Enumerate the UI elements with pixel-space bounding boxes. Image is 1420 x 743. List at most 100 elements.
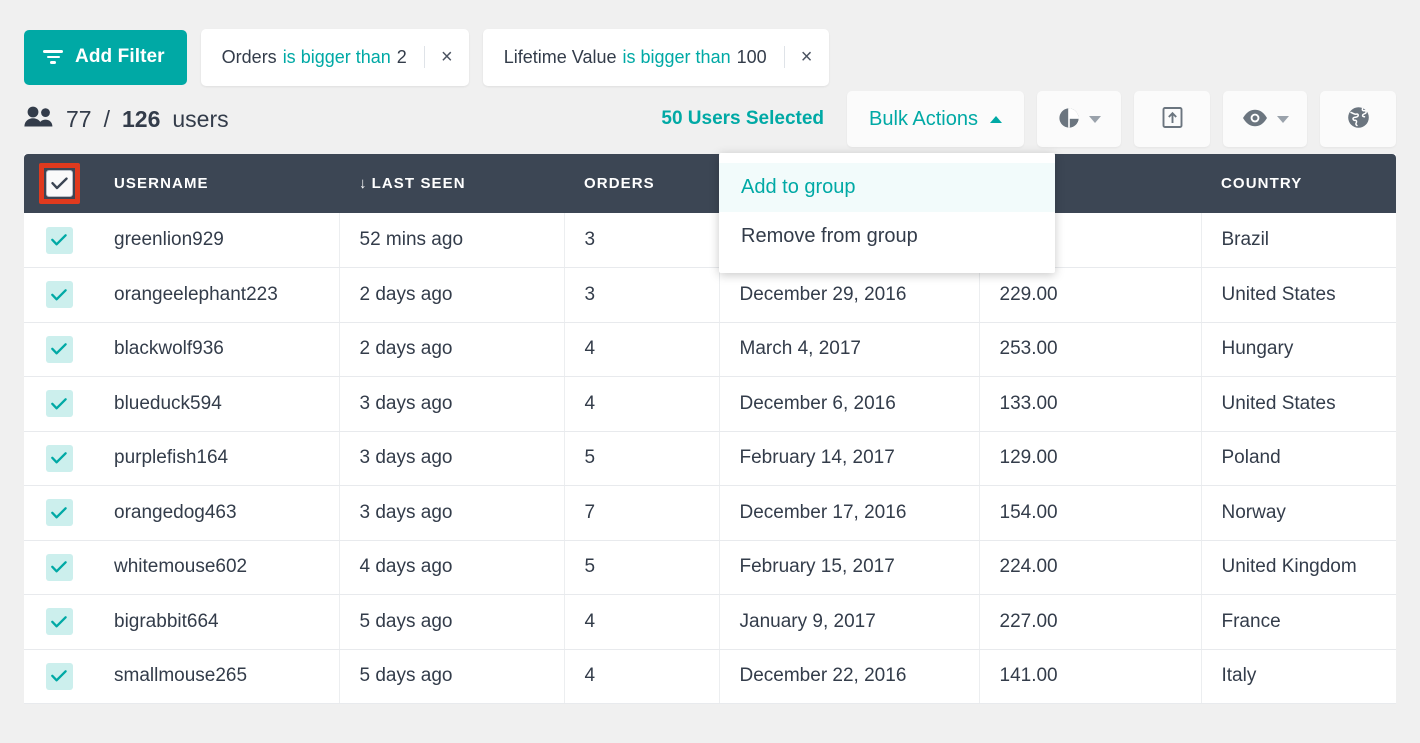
count-noun: users [172, 106, 228, 133]
row-checkbox-cell[interactable] [24, 431, 94, 486]
row-checkbox-cell[interactable] [24, 213, 94, 268]
filter-value: 100 [737, 47, 767, 68]
cell-country: Brazil [1201, 213, 1396, 268]
count-total: 126 [122, 106, 160, 133]
row-checkbox[interactable] [46, 445, 73, 472]
cell-country: Italy [1201, 649, 1396, 704]
table-body: greenlion929 52 mins ago 3 Brazil orange… [24, 213, 1396, 704]
bulk-actions-dropdown: Add to group Remove from group [719, 153, 1055, 273]
row-checkbox[interactable] [46, 390, 73, 417]
cell-last-seen: 52 mins ago [339, 213, 564, 268]
remove-filter-button[interactable]: × [785, 29, 829, 86]
globe-button[interactable] [1320, 91, 1396, 147]
eye-icon [1242, 109, 1268, 130]
row-checkbox[interactable] [46, 336, 73, 363]
select-all-checkbox[interactable] [46, 170, 73, 197]
table-row[interactable]: orangedog463 3 days ago 7 December 17, 2… [24, 486, 1396, 541]
table-row[interactable]: greenlion929 52 mins ago 3 Brazil [24, 213, 1396, 268]
bulk-actions-label: Bulk Actions [869, 108, 978, 131]
chevron-down-icon [1089, 116, 1101, 123]
select-all-header [24, 154, 94, 213]
cell-value: 141.00 [979, 649, 1201, 704]
table-row[interactable]: orangeelephant223 2 days ago 3 December … [24, 268, 1396, 323]
header-country[interactable]: COUNTRY [1201, 154, 1396, 213]
cell-date: December 6, 2016 [719, 377, 979, 432]
table-row[interactable]: blueduck594 3 days ago 4 December 6, 201… [24, 377, 1396, 432]
cell-last-seen: 5 days ago [339, 595, 564, 650]
visibility-button[interactable] [1223, 91, 1307, 147]
cell-country: United Kingdom [1201, 540, 1396, 595]
count-separator: / [104, 106, 110, 133]
row-checkbox-cell[interactable] [24, 268, 94, 323]
cell-orders: 7 [564, 486, 719, 541]
filter-field: Lifetime Value [504, 47, 617, 68]
users-icon [24, 106, 54, 133]
users-table-container: USERNAME ↓LAST SEEN ORDERS VALUE COUNTRY… [24, 154, 1396, 704]
cell-orders: 3 [564, 213, 719, 268]
table-row[interactable]: purplefish164 3 days ago 5 February 14, … [24, 431, 1396, 486]
header-username[interactable]: USERNAME [94, 154, 339, 213]
cell-country: Hungary [1201, 322, 1396, 377]
cell-date: February 15, 2017 [719, 540, 979, 595]
dropdown-item-add-to-group[interactable]: Add to group [719, 163, 1055, 212]
row-checkbox[interactable] [46, 608, 73, 635]
chart-view-button[interactable] [1037, 91, 1121, 147]
row-checkbox-cell[interactable] [24, 649, 94, 704]
cell-country: United States [1201, 377, 1396, 432]
cell-username: bigrabbit664 [94, 595, 339, 650]
add-filter-button[interactable]: Add Filter [24, 30, 187, 85]
cell-username: whitemouse602 [94, 540, 339, 595]
cell-date: March 4, 2017 [719, 322, 979, 377]
cell-date: January 9, 2017 [719, 595, 979, 650]
cell-orders: 5 [564, 431, 719, 486]
export-button[interactable] [1134, 91, 1210, 147]
table-row[interactable]: smallmouse265 5 days ago 4 December 22, … [24, 649, 1396, 704]
row-checkbox-cell[interactable] [24, 486, 94, 541]
row-checkbox-cell[interactable] [24, 377, 94, 432]
cell-orders: 4 [564, 377, 719, 432]
header-last-seen[interactable]: ↓LAST SEEN [339, 154, 564, 213]
chevron-down-icon [1277, 116, 1289, 123]
cell-username: orangedog463 [94, 486, 339, 541]
row-checkbox-cell[interactable] [24, 322, 94, 377]
table-row[interactable]: blackwolf936 2 days ago 4 March 4, 2017 … [24, 322, 1396, 377]
filter-pill-lifetime-value[interactable]: Lifetime Value is bigger than 100 × [483, 29, 829, 86]
cell-username: blackwolf936 [94, 322, 339, 377]
annotation-highlight [39, 163, 80, 204]
cell-country: France [1201, 595, 1396, 650]
cell-country: Poland [1201, 431, 1396, 486]
cell-username: greenlion929 [94, 213, 339, 268]
selected-count-label[interactable]: 50 Users Selected [661, 108, 824, 130]
header-orders[interactable]: ORDERS [564, 154, 719, 213]
dropdown-item-remove-from-group[interactable]: Remove from group [719, 212, 1055, 261]
row-checkbox[interactable] [46, 663, 73, 690]
row-checkbox-cell[interactable] [24, 540, 94, 595]
row-checkbox[interactable] [46, 281, 73, 308]
cell-username: purplefish164 [94, 431, 339, 486]
cell-orders: 3 [564, 268, 719, 323]
cell-username: orangeelephant223 [94, 268, 339, 323]
row-checkbox-cell[interactable] [24, 595, 94, 650]
users-table: USERNAME ↓LAST SEEN ORDERS VALUE COUNTRY… [24, 154, 1396, 704]
cell-value: 229.00 [979, 268, 1201, 323]
row-checkbox[interactable] [46, 499, 73, 526]
header-last-seen-label: LAST SEEN [372, 175, 466, 192]
cell-orders: 5 [564, 540, 719, 595]
cell-value: 224.00 [979, 540, 1201, 595]
cell-country: United States [1201, 268, 1396, 323]
cell-value: 154.00 [979, 486, 1201, 541]
bulk-actions-button[interactable]: Bulk Actions [847, 91, 1024, 147]
cell-username: blueduck594 [94, 377, 339, 432]
row-checkbox[interactable] [46, 227, 73, 254]
filter-value: 2 [397, 47, 407, 68]
row-checkbox[interactable] [46, 554, 73, 581]
filter-pill-orders[interactable]: Orders is bigger than 2 × [201, 29, 469, 86]
cell-last-seen: 2 days ago [339, 322, 564, 377]
globe-icon [1347, 106, 1370, 132]
table-header-row: USERNAME ↓LAST SEEN ORDERS VALUE COUNTRY [24, 154, 1396, 213]
filter-bar: Add Filter Orders is bigger than 2 × Lif… [0, 0, 1420, 84]
remove-filter-button[interactable]: × [425, 29, 469, 86]
table-row[interactable]: bigrabbit664 5 days ago 4 January 9, 201… [24, 595, 1396, 650]
table-row[interactable]: whitemouse602 4 days ago 5 February 15, … [24, 540, 1396, 595]
cell-date: December 17, 2016 [719, 486, 979, 541]
